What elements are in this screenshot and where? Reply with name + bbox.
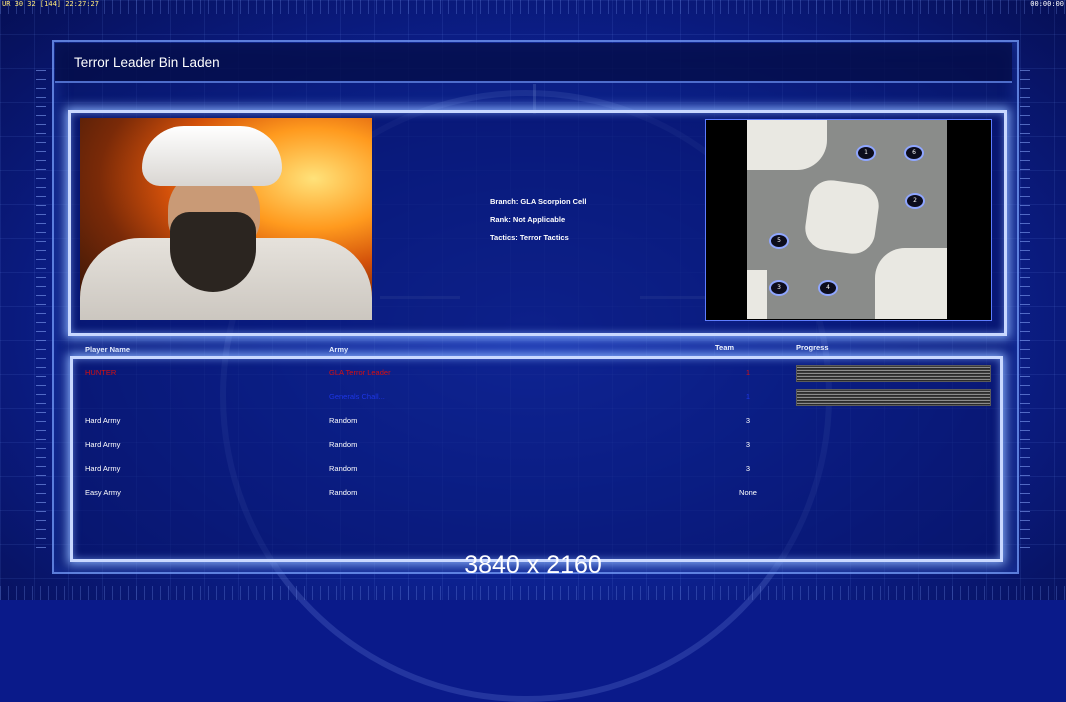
player-army: GLA Terror Leader [329, 368, 391, 377]
snow-patch [747, 270, 767, 319]
table-row: Hard Army Random 3 [0, 464, 1066, 478]
player-name: HUNTER [85, 368, 117, 377]
debug-stats: UR 30 32 [144] 22:27:27 [2, 0, 99, 8]
start-position-marker[interactable]: 4 [818, 280, 838, 296]
minimap: 1 6 2 5 3 4 [747, 120, 947, 319]
page-title: Terror Leader Bin Laden [74, 55, 220, 70]
player-team: 1 [745, 368, 751, 377]
table-row: Hard Army Random 3 [0, 416, 1066, 430]
player-team: 3 [745, 440, 751, 449]
snow-patch [875, 248, 947, 319]
player-army: Random [329, 416, 358, 425]
rank-text: Rank: Not Applicable [490, 215, 566, 224]
player-name: Hard Army [85, 440, 121, 449]
player-name: Hard Army [85, 416, 121, 425]
player-team: 1 [745, 392, 751, 401]
player-name: Hard Army [85, 464, 121, 473]
player-team: 3 [745, 416, 751, 425]
player-team: 3 [745, 464, 751, 473]
player-name: Easy Army [85, 488, 121, 497]
bottom-ruler [0, 586, 1066, 600]
column-header-team: Team [715, 343, 735, 352]
player-army: Random [329, 488, 358, 497]
start-position-marker[interactable]: 1 [856, 145, 876, 161]
left-ruler [36, 70, 46, 550]
table-row: Easy Army Random None [0, 488, 1066, 502]
loading-progress-bar [796, 365, 991, 382]
branch-text: Branch: GLA Scorpion Cell [490, 197, 587, 206]
game-clock: 00:00:00 [1030, 0, 1064, 8]
player-team: None [739, 488, 757, 497]
player-army: Random [329, 440, 358, 449]
column-header-army: Army [329, 345, 349, 354]
column-header-progress: Progress [796, 343, 829, 352]
table-row: Hard Army Random 3 [0, 440, 1066, 454]
player-army: Generals Chall... [329, 392, 385, 401]
player-army: Random [329, 464, 358, 473]
start-position-marker[interactable]: 3 [769, 280, 789, 296]
general-portrait [80, 118, 372, 320]
top-ruler [0, 0, 1066, 14]
start-position-marker[interactable]: 5 [769, 233, 789, 249]
resolution-watermark: 3840 x 2160 [464, 551, 602, 579]
snow-patch [747, 120, 827, 170]
players-panel [70, 356, 1003, 562]
start-position-marker[interactable]: 6 [904, 145, 924, 161]
snow-patch [802, 177, 882, 257]
loading-progress-bar [796, 389, 991, 406]
tactics-text: Tactics: Terror Tactics [490, 233, 569, 242]
right-ruler [1020, 70, 1030, 550]
column-header-player: Player Name [85, 345, 131, 354]
start-position-marker[interactable]: 2 [905, 193, 925, 209]
portrait-turban [142, 126, 282, 186]
